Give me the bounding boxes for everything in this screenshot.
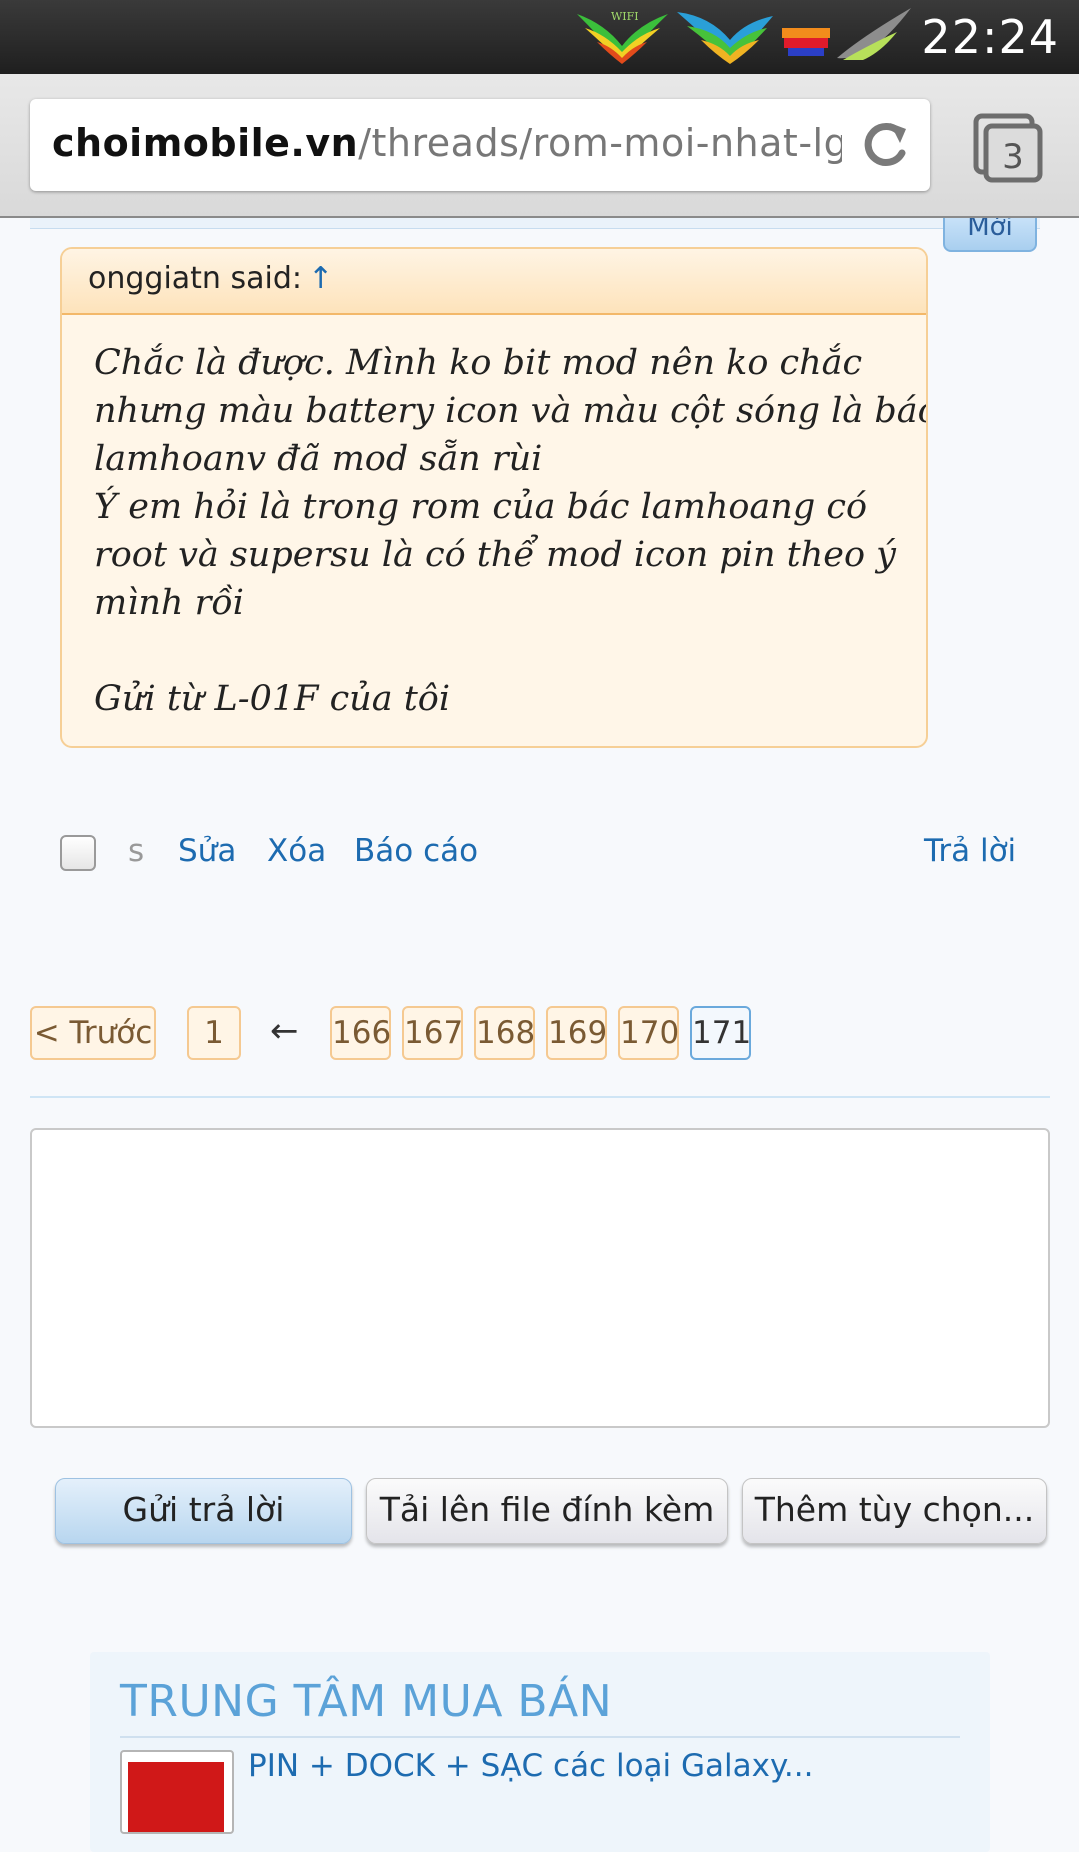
skip-arrow[interactable]: ← <box>270 1006 299 1056</box>
select-post-checkbox[interactable] <box>60 835 96 871</box>
quote-line: root và supersu là có thể mod icon pin t… <box>94 535 896 575</box>
quote-line: mình rồi <box>94 583 244 623</box>
quote-block: onggiatn said: ↑ Chắc là được. Mình ko bi… <box>60 247 928 748</box>
url-text[interactable]: choimobile.vn/threads/rom-moi-nhat-lg <box>52 121 842 165</box>
upload-attachment-button[interactable]: Tải lên file đính kèm <box>366 1478 728 1544</box>
quote-jump-arrow[interactable]: ↑ <box>308 261 333 296</box>
status-bar: WIFI 22:24 <box>0 0 1079 74</box>
quote-line: nhưng màu battery icon và màu cột sóng l… <box>94 391 928 431</box>
url-domain: choimobile.vn <box>52 121 359 165</box>
quote-header: onggiatn said: ↑ <box>62 249 926 315</box>
page-link[interactable]: 169 <box>546 1006 607 1060</box>
battery-icon <box>782 28 830 56</box>
page-link[interactable]: 167 <box>402 1006 463 1060</box>
shop-item-link[interactable]: PIN + DOCK + SẠC các loại Galaxy... <box>248 1748 813 1784</box>
quote-line: Chắc là được. Mình ko bit mod nên ko chắ… <box>94 343 863 383</box>
more-options-button[interactable]: Thêm tùy chọn... <box>742 1478 1047 1544</box>
tab-count: 3 <box>1002 137 1024 177</box>
shop-divider <box>120 1736 960 1738</box>
report-link[interactable]: Báo cáo <box>354 833 478 869</box>
status-icons: WIFI <box>575 0 940 74</box>
shop-item-thumbnail[interactable] <box>120 1750 234 1834</box>
current-page[interactable]: 171 <box>690 1006 751 1060</box>
svg-text:WIFI: WIFI <box>611 10 639 23</box>
signal-wing-icon <box>677 12 773 64</box>
wifi-wing-icon: WIFI <box>577 10 668 64</box>
address-bar[interactable]: choimobile.vn/threads/rom-moi-nhat-lg <box>30 99 930 191</box>
page-link[interactable]: 170 <box>618 1006 679 1060</box>
divider <box>30 1096 1050 1098</box>
action-s: s <box>128 833 145 869</box>
reply-link[interactable]: Trả lời <box>924 833 1016 869</box>
shop-title: TRUNG TÂM MUA BÁN <box>120 1676 613 1727</box>
tabs-icon[interactable]: 3 <box>972 112 1044 184</box>
url-path: /threads/rom-moi-nhat-lg <box>358 121 842 165</box>
submit-reply-button[interactable]: Gửi trả lời <box>55 1478 352 1544</box>
prev-page-button[interactable]: < Trước <box>30 1006 156 1060</box>
quote-body: Chắc là được. Mình ko bit mod nên ko chắ… <box>62 315 926 723</box>
post-actions: s Sửa Xóa Báo cáo Trả lời <box>60 833 1020 883</box>
page-link-1[interactable]: 1 <box>187 1006 241 1060</box>
gray-wing-icon <box>837 8 911 60</box>
browser-toolbar: choimobile.vn/threads/rom-moi-nhat-lg 3 <box>0 74 1079 218</box>
quote-line: Ý em hỏi là trong rom của bác lamhoang c… <box>94 487 868 527</box>
reply-textarea[interactable] <box>30 1128 1050 1428</box>
quote-line: lamhoanv đã mod sẵn rùi <box>94 439 543 479</box>
delete-link[interactable]: Xóa <box>267 833 326 869</box>
thumbnail-image <box>128 1762 224 1832</box>
quote-signature: Gửi từ L-01F của tôi <box>94 679 451 719</box>
shop-center: TRUNG TÂM MUA BÁN PIN + DOCK + SẠC các l… <box>90 1652 990 1852</box>
quote-author: onggiatn said: <box>88 261 302 296</box>
edit-link[interactable]: Sửa <box>178 833 236 869</box>
page-content: Mới onggiatn said: ↑ Chắc là được. Mình k… <box>0 208 1079 1852</box>
reload-icon[interactable] <box>856 117 912 173</box>
page-link[interactable]: 168 <box>474 1006 535 1060</box>
clock: 22:24 <box>921 10 1059 64</box>
page-link[interactable]: 166 <box>330 1006 391 1060</box>
